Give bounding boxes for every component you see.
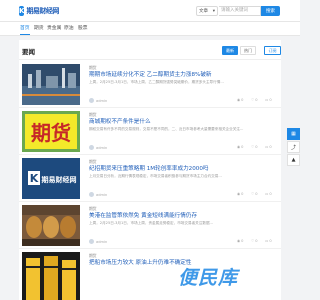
list-item[interactable]: 期货 期期市场延续分化不定 乙二醇期货主力涨8%破新 上周，2月25日-3月1日… <box>19 61 281 108</box>
like-count-value: 0 <box>255 192 258 196</box>
view-count-value: 0 <box>241 145 244 149</box>
panel-header: 要闻 最新 热门 订阅 <box>19 40 281 60</box>
comment-icon: ▭ <box>265 98 269 102</box>
list-item[interactable]: 期货 美港在监管策依然免 黄金短线满能行情仍存 上周，2月25日-3月1日，市场… <box>19 202 281 249</box>
thumb-up-icon: ♡ <box>251 239 255 243</box>
watermark-text: 便民库 <box>178 267 239 289</box>
list-item[interactable]: 期货 期货 商城期权不产条件是什么 期权交易有许多不同的交易规则，交易不是不同的… <box>19 108 281 155</box>
share-icon: ⤴ <box>290 144 296 151</box>
comment-icon: ▭ <box>265 239 269 243</box>
view-count: ◉ 0 <box>237 239 243 243</box>
article-excerpt: 上周，2月25日-3月1日，市场上周，贵金属走势稳定，市场交易者关注数据... <box>89 221 213 225</box>
article-title[interactable]: 美港在监管策依然免 黄金短线满能行情仍存 <box>89 211 279 219</box>
avatar <box>89 98 94 103</box>
view-count: ◉ 0 <box>237 192 243 196</box>
comment-count-value: 0 <box>269 239 272 243</box>
article-thumbnail[interactable] <box>22 252 80 300</box>
like-count-value: 0 <box>255 239 258 243</box>
view-count-value: 0 <box>241 98 244 102</box>
eye-icon: ◉ <box>237 145 241 149</box>
site-logo[interactable]: K 期易财经网 <box>19 5 59 17</box>
view-count: ◉ 0 <box>237 145 243 149</box>
like-count-value: 0 <box>255 145 258 149</box>
comment-count: ▭ 0 <box>265 98 272 102</box>
article-title[interactable]: 商城期权不产条件是什么 <box>89 117 279 125</box>
like-count[interactable]: ♡ 0 <box>251 192 258 196</box>
thumb-up-icon: ♡ <box>251 145 255 149</box>
futures-sign-text: 期货 <box>31 121 71 145</box>
comment-count: ▭ 0 <box>265 145 272 149</box>
view-count: ◉ 0 <box>237 98 243 102</box>
comment-count-value: 0 <box>269 192 272 196</box>
article-thumbnail[interactable] <box>22 64 80 105</box>
eye-icon: ◉ <box>237 98 241 102</box>
comment-count: ▭ 0 <box>265 192 272 196</box>
comment-count-value: 0 <box>269 145 272 149</box>
nav-item-stocks[interactable]: 股票 <box>78 24 88 35</box>
article-meta: admin <box>89 98 107 103</box>
article-author[interactable]: admin <box>96 99 107 103</box>
back-to-top-button[interactable]: ▲ <box>287 154 300 166</box>
eye-icon: ◉ <box>237 239 241 243</box>
article-author[interactable]: admin <box>96 146 107 150</box>
article-title[interactable]: 期期市场延续分化不定 乙二醇期货主力涨8%破新 <box>89 70 279 78</box>
logo-text: 期易财经网 <box>26 7 59 15</box>
thumb-up-icon: ♡ <box>251 98 255 102</box>
like-count-value: 0 <box>255 98 258 102</box>
top-bar: K 期易财经网 文章 ▾ 请输入关键词 搜索 <box>0 0 300 22</box>
view-count-value: 0 <box>241 239 244 243</box>
thumb-up-icon: ♡ <box>251 192 255 196</box>
news-panel: 要闻 最新 热门 订阅 期货 期期市场延续分化不定 乙二醇期货主力涨8%破新 上… <box>19 40 281 300</box>
logo-mark-icon: K <box>19 6 25 16</box>
avatar <box>89 192 94 197</box>
thumb-logo-glyph: K <box>30 172 39 185</box>
article-title[interactable]: 纪招期货来压重策略期 1M轮创率率成力2000吗 <box>89 164 279 172</box>
list-item[interactable]: 期货 把船市场压力较大 原油上升仍难不确定性 <box>19 249 281 300</box>
comment-icon: ▭ <box>265 192 269 196</box>
sort-hot-button[interactable]: 热门 <box>240 46 256 55</box>
chevron-down-icon: ▾ <box>212 8 215 14</box>
article-meta: admin <box>89 239 107 244</box>
nav-item-home[interactable]: 首页 <box>20 24 30 35</box>
qrcode-icon: ▦ <box>291 131 296 137</box>
article-excerpt: 上月交易日分析，近期行情表现稳定，市场交易者积极参与期货市场主力合约交易... <box>89 174 222 178</box>
qrcode-float-button[interactable]: ▦ <box>287 128 300 140</box>
article-meta: admin <box>89 192 107 197</box>
search-button[interactable]: 搜索 <box>261 6 280 16</box>
article-meta: admin <box>89 145 107 150</box>
list-item[interactable]: K 期易财经网 期货 纪招期货来压重策略期 1M轮创率率成力2000吗 上月交易… <box>19 155 281 202</box>
subscribe-button[interactable]: 订阅 <box>264 46 281 55</box>
sort-latest-button[interactable]: 最新 <box>222 46 238 55</box>
comment-icon: ▭ <box>265 145 269 149</box>
search-input[interactable]: 请输入关键词 <box>219 6 261 16</box>
nav-item-precious-metals[interactable]: 贵金属 <box>47 24 61 35</box>
article-thumbnail[interactable]: 期货 <box>22 111 80 152</box>
article-author[interactable]: admin <box>96 240 107 244</box>
thumb-logo-text: 期易财经网 <box>42 175 77 184</box>
main-nav: 首页 期货 贵金属 原油 股票 <box>0 22 300 36</box>
article-author[interactable]: admin <box>96 193 107 197</box>
view-count-value: 0 <box>241 192 244 196</box>
article-excerpt: 期权交易有许多不同的交易规则，交易不是不同的，二、近日市场参考大量需要来相关企业… <box>89 127 244 131</box>
like-count[interactable]: ♡ 0 <box>251 145 258 149</box>
search-type-label: 文章 <box>199 9 208 14</box>
like-count[interactable]: ♡ 0 <box>251 98 258 102</box>
nav-item-futures[interactable]: 期货 <box>34 24 44 35</box>
search-type-select[interactable]: 文章 ▾ <box>196 6 218 16</box>
share-float-button[interactable]: ⤴ <box>287 141 300 153</box>
avatar <box>89 145 94 150</box>
like-count[interactable]: ♡ 0 <box>251 239 258 243</box>
nav-item-crude-oil[interactable]: 原油 <box>64 24 74 35</box>
article-thumbnail[interactable] <box>22 205 80 246</box>
avatar <box>89 239 94 244</box>
article-excerpt: 上周，2月25日-3月1日，市场上周，乙二醇期货强势突破期价，期货多头主导行情.… <box>89 80 224 84</box>
arrow-up-icon: ▲ <box>291 157 296 163</box>
eye-icon: ◉ <box>237 192 241 196</box>
panel-title: 要闻 <box>22 48 35 56</box>
article-thumbnail[interactable]: K 期易财经网 <box>22 158 80 199</box>
comment-count: ▭ 0 <box>265 239 272 243</box>
comment-count-value: 0 <box>269 98 272 102</box>
